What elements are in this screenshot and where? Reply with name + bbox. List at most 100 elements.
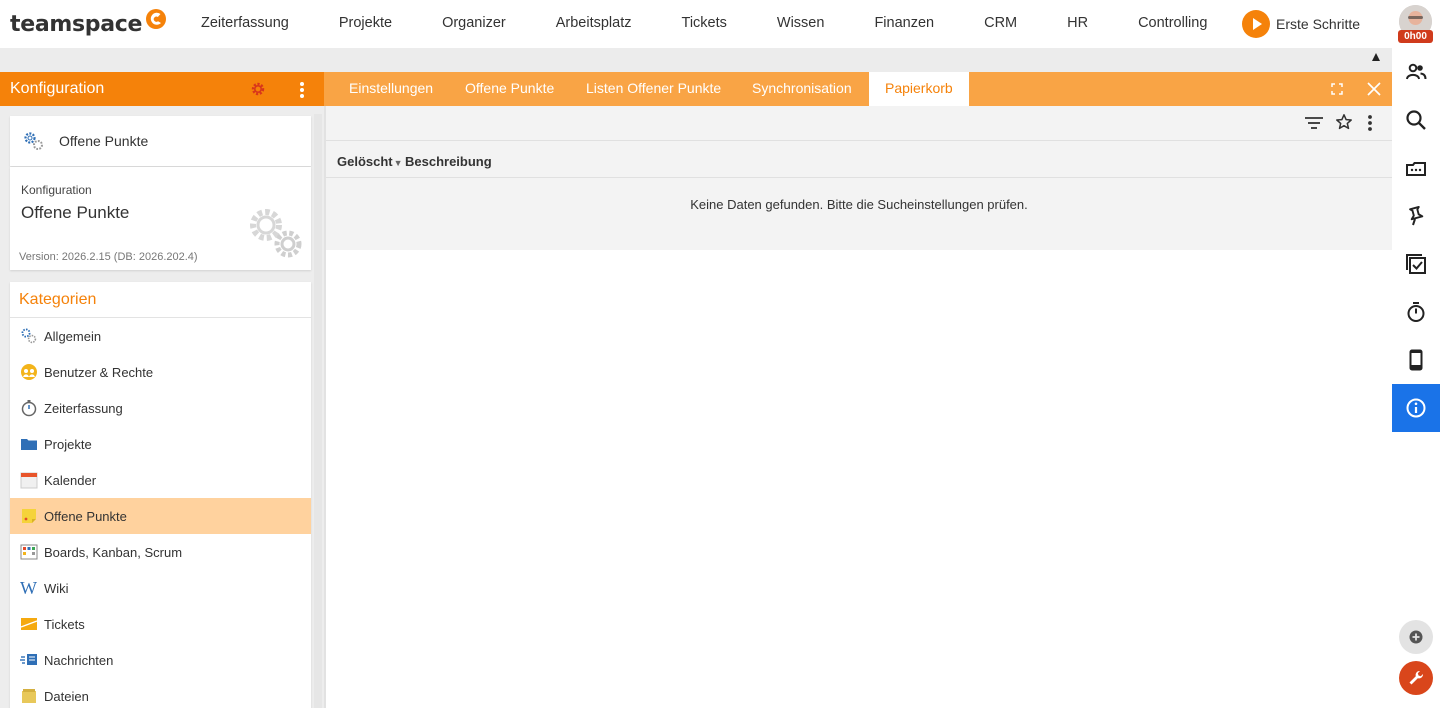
- column-beschreibung[interactable]: Beschreibung: [405, 154, 492, 169]
- messages-icon: [20, 651, 38, 669]
- category-projekte[interactable]: Projekte: [10, 426, 311, 462]
- nav-tickets[interactable]: Tickets: [657, 0, 752, 46]
- add-widget-button[interactable]: [1399, 620, 1433, 654]
- nav-arbeitsplatz[interactable]: Arbeitsplatz: [531, 0, 657, 46]
- stopwatch-icon: [1407, 302, 1425, 322]
- categories-card: Kategorien Allgemein Benutzer & Rechte Z…: [10, 282, 311, 708]
- stopwatch-icon: [20, 399, 38, 417]
- nav-zeiterfassung[interactable]: Zeiterfassung: [176, 0, 314, 46]
- category-label: Allgemein: [44, 328, 102, 344]
- mobile-button[interactable]: [1392, 336, 1440, 384]
- users-icon: [20, 363, 38, 381]
- play-icon: [1242, 10, 1270, 38]
- nav-organizer[interactable]: Organizer: [417, 0, 531, 46]
- panel-scrollbar[interactable]: [314, 114, 322, 708]
- nav-finanzen[interactable]: Finanzen: [849, 0, 959, 46]
- more-vert-icon[interactable]: [296, 80, 308, 100]
- category-nachrichten[interactable]: Nachrichten: [10, 642, 311, 678]
- board-icon: [20, 543, 38, 561]
- timer-badge[interactable]: 0h00: [1398, 30, 1433, 43]
- categories-title: Kategorien: [19, 291, 97, 308]
- info-button[interactable]: [1392, 384, 1440, 432]
- more-vert-icon[interactable]: [1365, 113, 1375, 133]
- category-label: Zeiterfassung: [44, 400, 123, 416]
- column-geloescht[interactable]: Gelöscht▼: [337, 154, 403, 169]
- category-tickets[interactable]: Tickets: [10, 606, 311, 642]
- top-bar: teamspace Zeiterfassung Projekte Organiz…: [0, 0, 1440, 48]
- first-steps-button[interactable]: Erste Schritte: [1242, 10, 1360, 38]
- current-module-card[interactable]: Offene Punkte: [10, 116, 311, 166]
- ticket-icon: [20, 615, 38, 633]
- teamspace-logo[interactable]: teamspace: [10, 8, 167, 40]
- calendar-icon: [20, 471, 38, 489]
- settings-wrench-button[interactable]: [1399, 661, 1433, 695]
- gears-icon: [20, 327, 38, 345]
- category-allgemein[interactable]: Allgemein: [10, 318, 311, 354]
- first-steps-label: Erste Schritte: [1276, 16, 1361, 32]
- tab-offene-punkte[interactable]: Offene Punkte: [465, 72, 554, 106]
- config-panel-title: Konfiguration: [10, 80, 105, 97]
- svg-text:W: W: [20, 579, 37, 597]
- nav-controlling[interactable]: Controlling: [1113, 0, 1232, 46]
- category-label: Projekte: [44, 436, 92, 452]
- inbox-icon: [1406, 162, 1426, 176]
- version-text: Version: 2026.2.15 (DB: 2026.202.4): [19, 251, 198, 263]
- people-icon: [1406, 63, 1427, 80]
- close-icon[interactable]: [1366, 81, 1382, 97]
- nav-crm[interactable]: CRM: [959, 0, 1042, 46]
- category-benutzer-rechte[interactable]: Benutzer & Rechte: [10, 354, 311, 390]
- tab-einstellungen[interactable]: Einstellungen: [349, 72, 433, 106]
- inbox-button[interactable]: [1392, 144, 1440, 192]
- category-wiki[interactable]: W Wiki: [10, 570, 311, 606]
- category-dateien[interactable]: Dateien: [10, 678, 311, 708]
- tab-listen-offener-punkte[interactable]: Listen Offener Punkte: [586, 72, 721, 106]
- category-kalender[interactable]: Kalender: [10, 462, 311, 498]
- collapse-arrow-icon[interactable]: [1372, 53, 1380, 61]
- main-nav: Zeiterfassung Projekte Organizer Arbeits…: [176, 0, 1232, 46]
- collapse-strip: [0, 48, 1392, 72]
- search-button[interactable]: [1392, 96, 1440, 144]
- category-label: Kalender: [44, 472, 97, 488]
- tasks-button[interactable]: [1392, 240, 1440, 288]
- debug-gear-icon[interactable]: [250, 81, 266, 97]
- right-sidebar: [1392, 48, 1440, 708]
- category-label: Nachrichten: [44, 652, 114, 668]
- category-zeiterfassung[interactable]: Zeiterfassung: [10, 390, 311, 426]
- tab-synchronisation[interactable]: Synchronisation: [752, 72, 852, 106]
- gears-decoration-icon: [250, 209, 302, 258]
- empty-message: Keine Daten gefunden. Bitte die Sucheins…: [690, 197, 1028, 212]
- grid-toolbar: [326, 106, 1392, 141]
- info-icon: [1406, 398, 1426, 418]
- category-list: Allgemein Benutzer & Rechte Zeiterfassun…: [10, 318, 311, 708]
- files-icon: [20, 687, 38, 705]
- logo-mark-icon: [146, 9, 167, 29]
- nav-wissen[interactable]: Wissen: [752, 0, 850, 46]
- fullscreen-icon[interactable]: [1329, 81, 1345, 97]
- nav-hr[interactable]: HR: [1042, 0, 1113, 46]
- gears-icon: [24, 132, 43, 150]
- favorite-star-icon[interactable]: [1335, 113, 1353, 131]
- category-label: Boards, Kanban, Scrum: [44, 544, 183, 560]
- filter-icon[interactable]: [1303, 114, 1325, 132]
- pin-button[interactable]: [1392, 192, 1440, 240]
- category-boards[interactable]: Boards, Kanban, Scrum: [10, 534, 311, 570]
- category-label: Offene Punkte: [44, 508, 127, 524]
- people-button[interactable]: [1392, 48, 1440, 96]
- grid-header: Gelöscht▼ Beschreibung: [326, 141, 1392, 178]
- wiki-icon: W: [20, 579, 38, 597]
- config-panel: Konfiguration Offene Punkte Konfiguratio…: [0, 72, 324, 708]
- sort-desc-icon: ▼: [393, 158, 403, 168]
- tab-bar: Einstellungen Offene Punkte Listen Offen…: [324, 72, 1392, 106]
- mobile-icon: [1409, 349, 1423, 371]
- folder-icon: [20, 435, 38, 453]
- nav-projekte[interactable]: Projekte: [314, 0, 417, 46]
- module-info-card: Konfiguration Offene Punkte Version: 202…: [10, 167, 311, 270]
- category-offene-punkte[interactable]: Offene Punkte: [10, 498, 311, 534]
- info-module: Offene Punkte: [21, 203, 130, 222]
- info-label: Konfiguration: [21, 183, 92, 197]
- category-label: Tickets: [44, 616, 85, 632]
- category-label: Dateien: [44, 688, 89, 704]
- tab-papierkorb[interactable]: Papierkorb: [869, 72, 969, 106]
- stopwatch-button[interactable]: [1392, 288, 1440, 336]
- category-label: Wiki: [44, 580, 69, 596]
